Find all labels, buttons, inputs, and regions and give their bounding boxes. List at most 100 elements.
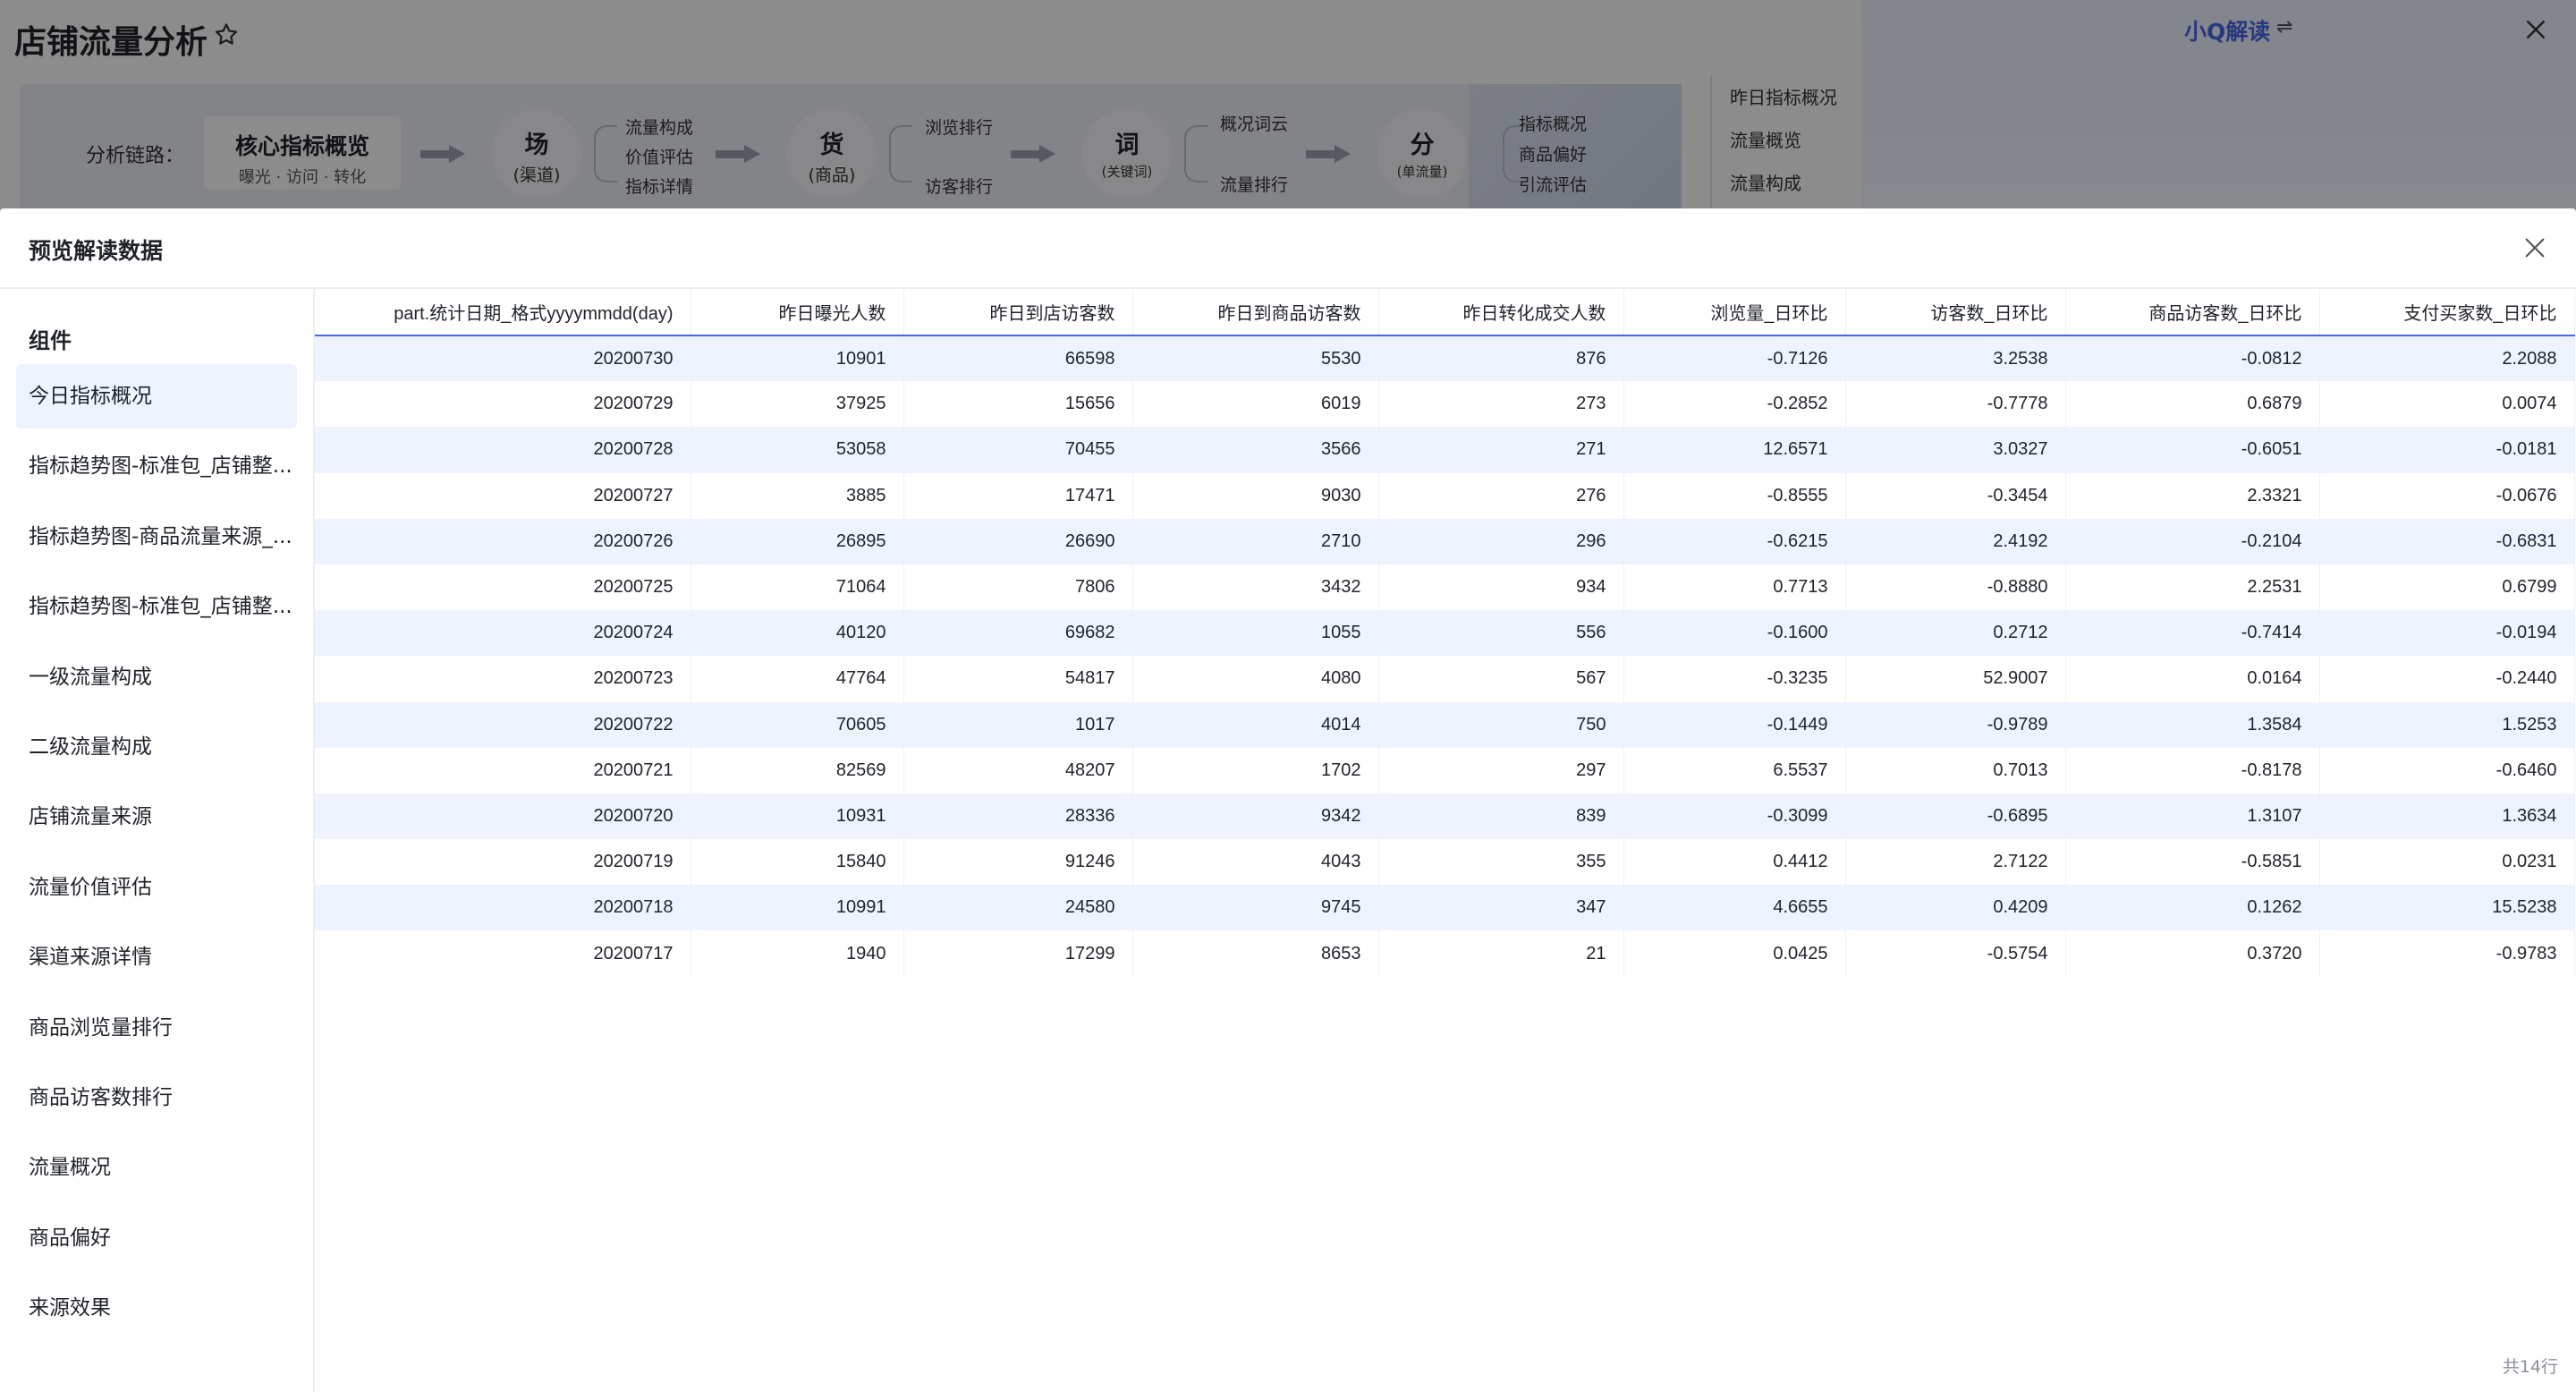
sidebar-item-component[interactable]: 流量概况	[16, 1135, 297, 1200]
table-cell: -0.5754	[1845, 930, 2066, 977]
table-cell: 20200718	[315, 885, 691, 931]
table-cell: -0.7126	[1623, 335, 1846, 382]
table-row[interactable]: 20200729 37925 15656 6019 273 -0.2852 -0.7778 0…	[315, 381, 2575, 428]
table-cell: 5530	[1132, 335, 1379, 382]
table-cell: 0.7713	[1623, 564, 1846, 611]
table-cell: 1.3107	[2065, 793, 2320, 840]
sidebar-item-component[interactable]: 指标趋势图-标准包_店铺整...	[16, 434, 297, 498]
table-cell: 1.3584	[2065, 701, 2320, 748]
modal-title: 预览解读数据	[29, 238, 164, 264]
table-cell: -0.1600	[1623, 610, 1846, 657]
table-row[interactable]: 20200718 10991 24580 9745 347 4.6655 0.4209 0.1…	[315, 885, 2575, 931]
table-cell: 4014	[1132, 701, 1379, 748]
table-row[interactable]: 20200726 26895 26690 2710 296 -0.6215 2.4192 -0…	[315, 518, 2575, 564]
table-cell: -0.0194	[2319, 610, 2575, 657]
table-cell: 0.0074	[2319, 381, 2575, 428]
table-cell: -0.9783	[2319, 930, 2575, 977]
table-cell: 3.2538	[1845, 335, 2066, 382]
table-cell: -0.8880	[1845, 564, 2066, 611]
table-cell: 12.6571	[1623, 427, 1846, 473]
table-row[interactable]: 20200728 53058 70455 3566 271 12.6571 3.0327 -0…	[315, 427, 2575, 473]
table-row[interactable]: 20200720 10931 28336 9342 839 -0.3099 -0.6895 1…	[315, 793, 2575, 840]
table-cell: -0.8178	[2065, 747, 2320, 794]
table-cell: 26895	[691, 518, 904, 564]
column-header[interactable]: 支付买家数_日环比	[2319, 289, 2575, 336]
data-table-container[interactable]: part.统计日期_格式yyyymmdd(day) 昨日曝光人数 昨日到店访客数 昨日…	[315, 289, 2576, 1392]
table-cell: 70455	[903, 427, 1133, 473]
table-cell: 297	[1378, 747, 1624, 794]
table-cell: 0.6879	[2065, 381, 2320, 428]
column-header[interactable]: 昨日到店访客数	[903, 289, 1133, 336]
sidebar-item-component[interactable]: 二级流量构成	[16, 715, 297, 779]
sidebar-item-component[interactable]: 商品访客数排行	[16, 1065, 297, 1130]
table-cell: 0.0164	[2065, 656, 2320, 702]
table-row[interactable]: 20200717 1940 17299 8653 21 0.0425 -0.5754 0.37…	[315, 930, 2575, 977]
table-cell: 876	[1378, 335, 1624, 382]
table-row[interactable]: 20200730 10901 66598 5530 876 -0.7126 3.2538 -0…	[315, 335, 2575, 382]
table-cell: 21	[1378, 930, 1624, 977]
sidebar-item-component[interactable]: 来源效果	[16, 1276, 297, 1340]
table-cell: 3.0327	[1845, 427, 2066, 473]
table-cell: 82569	[691, 747, 904, 794]
column-header[interactable]: 昨日曝光人数	[691, 289, 904, 336]
sidebar-item-component[interactable]: 店铺流量来源	[16, 785, 297, 849]
table-cell: 8653	[1132, 930, 1379, 977]
sidebar-item-component[interactable]: 商品偏好	[16, 1206, 297, 1270]
modal-header: 预览解读数据	[0, 208, 2576, 289]
table-row[interactable]: 20200724 40120 69682 1055 556 -0.1600 0.2712 -0…	[315, 610, 2575, 657]
table-cell: 839	[1378, 793, 1624, 840]
table-cell: 2.4192	[1845, 518, 2066, 564]
table-cell: 37925	[691, 381, 904, 428]
table-cell: 91246	[903, 839, 1133, 886]
column-header[interactable]: 访客数_日环比	[1845, 289, 2066, 336]
row-count: 共14行	[2502, 1357, 2558, 1377]
table-cell: -0.0812	[2065, 335, 2320, 382]
table-cell: -0.0181	[2319, 427, 2575, 473]
table-cell: 6.5537	[1623, 747, 1846, 794]
table-cell: 4043	[1132, 839, 1379, 886]
sidebar-item-component[interactable]: 渠道来源详情	[16, 925, 297, 989]
table-row[interactable]: 20200727 3885 17471 9030 276 -0.8555 -0.3454 2.…	[315, 472, 2575, 519]
column-header[interactable]: 昨日转化成交人数	[1378, 289, 1624, 336]
column-header[interactable]: 商品访客数_日环比	[2065, 289, 2320, 336]
table-cell: 9030	[1132, 472, 1379, 519]
sidebar-item-component[interactable]: 今日指标概况	[16, 364, 297, 429]
sidebar-item-component[interactable]: 商品浏览量排行	[16, 996, 297, 1060]
table-cell: 0.0231	[2319, 839, 2575, 886]
table-cell: 20200721	[315, 747, 691, 794]
column-header[interactable]: part.统计日期_格式yyyymmdd(day)	[315, 289, 691, 336]
column-header[interactable]: 浏览量_日环比	[1623, 289, 1846, 336]
table-cell: -0.2440	[2319, 656, 2575, 702]
table-cell: -0.6460	[2319, 747, 2575, 794]
table-cell: 20200723	[315, 656, 691, 702]
table-cell: -0.3235	[1623, 656, 1846, 702]
table-cell: 276	[1378, 472, 1624, 519]
table-cell: -0.3099	[1623, 793, 1846, 840]
table-cell: 69682	[903, 610, 1133, 657]
table-cell: 20200722	[315, 701, 691, 748]
sidebar-item-component[interactable]: 指标趋势图-标准包_店铺整...	[16, 574, 297, 639]
table-row[interactable]: 20200725 71064 7806 3432 934 0.7713 -0.8880 2.2…	[315, 564, 2575, 611]
table-row[interactable]: 20200721 82569 48207 1702 297 6.5537 0.7013 -0.…	[315, 747, 2575, 794]
table-cell: 2.3321	[2065, 472, 2320, 519]
table-cell: 17299	[903, 930, 1133, 977]
data-table: part.统计日期_格式yyyymmdd(day) 昨日曝光人数 昨日到店访客数 昨日…	[315, 289, 2575, 977]
table-cell: 0.7013	[1845, 747, 2066, 794]
sidebar-item-component[interactable]: 一级流量构成	[16, 645, 297, 709]
table-cell: 10991	[691, 885, 904, 931]
table-row[interactable]: 20200722 70605 1017 4014 750 -0.1449 -0.9789 1.…	[315, 701, 2575, 748]
table-cell: 4.6655	[1623, 885, 1846, 931]
table-cell: 750	[1378, 701, 1624, 748]
table-cell: 9342	[1132, 793, 1379, 840]
close-icon[interactable]	[2521, 233, 2549, 262]
table-row[interactable]: 20200723 47764 54817 4080 567 -0.3235 52.9007 0…	[315, 656, 2575, 702]
table-cell: 0.3720	[2065, 930, 2320, 977]
column-header[interactable]: 昨日到商品访客数	[1132, 289, 1379, 336]
sidebar-item-component[interactable]: 流量价值评估	[16, 855, 297, 920]
table-cell: 26690	[903, 518, 1133, 564]
table-cell: 1.5253	[2319, 701, 2575, 748]
table-cell: -0.9789	[1845, 701, 2066, 748]
table-cell: 70605	[691, 701, 904, 748]
sidebar-item-component[interactable]: 指标趋势图-商品流量来源_...	[16, 505, 297, 569]
table-row[interactable]: 20200719 15840 91246 4043 355 0.4412 2.7122 -0.…	[315, 839, 2575, 886]
